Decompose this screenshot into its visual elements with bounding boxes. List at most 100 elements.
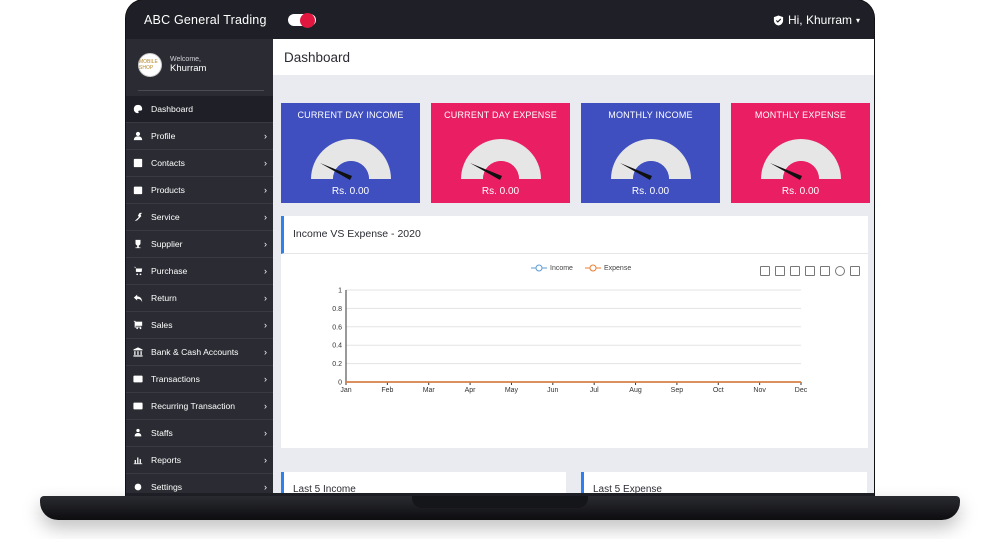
chevron-right-icon: › [264,455,267,465]
credit-card-icon [132,373,144,385]
avatar[interactable]: MOBILE SHOP [138,53,162,77]
welcome-block: MOBILE SHOP Welcome, Khurram [138,53,206,77]
welcome-label: Welcome, [170,56,201,63]
sidebar-item-sales[interactable]: Sales › [126,312,273,339]
sidebar: MOBILE SHOP Welcome, Khurram Dashboard Pr… [126,39,273,493]
sidebar-item-label: Profile [151,131,176,141]
sidebar-item-bank-cash-accounts[interactable]: Bank & Cash Accounts › [126,339,273,366]
bank-icon [132,346,144,358]
sidebar-item-label: Transactions [151,374,200,384]
y-tick-label: 0.4 [332,343,342,350]
income-expense-chart-panel: Income VS Expense - 2020 Income Expense 0… [281,216,868,448]
chevron-right-icon: › [264,158,267,168]
y-tick-label: 0.6 [332,324,342,331]
gauge-dial [311,139,391,180]
legend-label: Expense [603,264,632,272]
sidebar-item-label: Bank & Cash Accounts [151,347,239,357]
income-expense-line-chart: 0 0.2 0.4 0.6 0.8 1 Jan Feb Mar Apr May Jun Jul Aug Se… [332,288,808,395]
chevron-right-icon: › [264,293,267,303]
legend-item-expense[interactable]: Expense [584,264,632,272]
bottom-panels: Last 5 Income Last 5 Expense [281,472,871,493]
last-5-expense-panel: Last 5 Expense [581,472,867,493]
page-header: Dashboard [273,39,874,75]
sidebar-item-label: Supplier [151,239,183,249]
sidebar-item-return[interactable]: Return › [126,285,273,312]
user-icon [132,130,144,142]
sidebar-divider [138,90,264,91]
toggle-knob[interactable] [300,13,315,28]
sidebar-item-settings[interactable]: Settings › [126,474,273,493]
sidebar-item-label: Return [151,293,177,303]
card-title: CURRENT DAY EXPENSE [444,110,557,120]
x-tick-label: Apr [465,387,477,394]
card-title: CURRENT DAY INCOME [297,110,404,120]
users-icon [132,427,144,439]
chart-legend: Income Expense [531,264,631,272]
sidebar-item-profile[interactable]: Profile › [126,123,273,150]
sidebar-item-supplier[interactable]: Supplier › [126,231,273,258]
summary-card-current-day-income: CURRENT DAY INCOME Rs. 0.00 [281,103,420,203]
y-tick-label: 0 [338,380,342,387]
brand-name[interactable]: ABC General Trading [144,13,267,27]
last-5-income-panel: Last 5 Income [281,472,566,493]
sidebar-item-label: Sales [151,320,173,330]
laptop-notch [412,496,588,508]
sidebar-item-label: Staffs [151,428,173,438]
sidebar-item-recurring-transaction[interactable]: Recurring Transaction › [126,393,273,420]
sidebar-item-reports[interactable]: Reports › [126,447,273,474]
chart-panel-header: Income VS Expense - 2020 [281,216,868,254]
bar-chart-icon[interactable] [790,266,800,276]
sidebar-item-products[interactable]: Products › [126,177,273,204]
chevron-right-icon: › [264,212,267,222]
sidebar-item-service[interactable]: Service › [126,204,273,231]
y-tick-label: 0.8 [332,306,342,313]
palette-icon [132,103,144,115]
contact-card-icon [132,157,144,169]
chevron-right-icon: › [264,239,267,249]
sidebar-menu: Dashboard Profile › Contacts › Products › Servi… [126,96,273,493]
last-5-expense-title: Last 5 Expense [593,484,662,493]
data-view-icon[interactable] [760,266,770,276]
user-menu[interactable]: Hi, Khurram ▾ [773,13,860,27]
chevron-right-icon: › [264,320,267,330]
cart-plus-icon [132,319,144,331]
sidebar-item-staffs[interactable]: Staffs › [126,420,273,447]
sidebar-item-dashboard[interactable]: Dashboard [126,96,273,123]
stack-icon[interactable] [805,266,815,276]
sidebar-item-contacts[interactable]: Contacts › [126,150,273,177]
legend-item-income[interactable]: Income [531,264,573,272]
y-tick-label: 0.2 [332,361,342,368]
x-tick-label: Jun [547,387,558,394]
trophy-icon [132,238,144,250]
card-value: Rs. 0.00 [631,186,670,197]
sidebar-item-label: Dashboard [151,104,194,114]
x-tick-label: Jul [590,387,599,394]
card-value: Rs. 0.00 [481,186,520,197]
x-tick-label: Dec [795,387,808,394]
x-tick-label: Jan [340,387,351,394]
line-chart-icon[interactable] [775,266,785,276]
sidebar-item-purchase[interactable]: Purchase › [126,258,273,285]
gauge-dial [761,139,841,180]
sidebar-item-transactions[interactable]: Transactions › [126,366,273,393]
sidebar-item-label: Recurring Transaction [151,401,236,411]
app-screen: ABC General Trading Hi, Khurram ▾ MOBILE… [126,0,874,493]
x-tick-label: May [505,387,519,394]
download-icon[interactable] [850,266,860,276]
tiled-icon[interactable] [820,266,830,276]
chevron-right-icon: › [264,374,267,384]
card-title: MONTHLY EXPENSE [754,110,847,120]
legend-swatch [584,264,601,272]
chevron-right-icon: › [264,401,267,411]
sidebar-item-label: Products [151,185,185,195]
credit-card-icon [132,400,144,412]
card-value: Rs. 0.00 [781,186,820,197]
chart-panel-title: Income VS Expense - 2020 [293,228,421,240]
return-arrow-icon [132,292,144,304]
restore-icon[interactable] [835,266,845,276]
gear-icon [132,481,144,493]
summary-card-monthly-income: MONTHLY INCOME Rs. 0.00 [581,103,720,203]
chevron-right-icon: › [264,185,267,195]
legend-label: Income [550,264,573,272]
x-tick-label: Feb [381,387,393,394]
